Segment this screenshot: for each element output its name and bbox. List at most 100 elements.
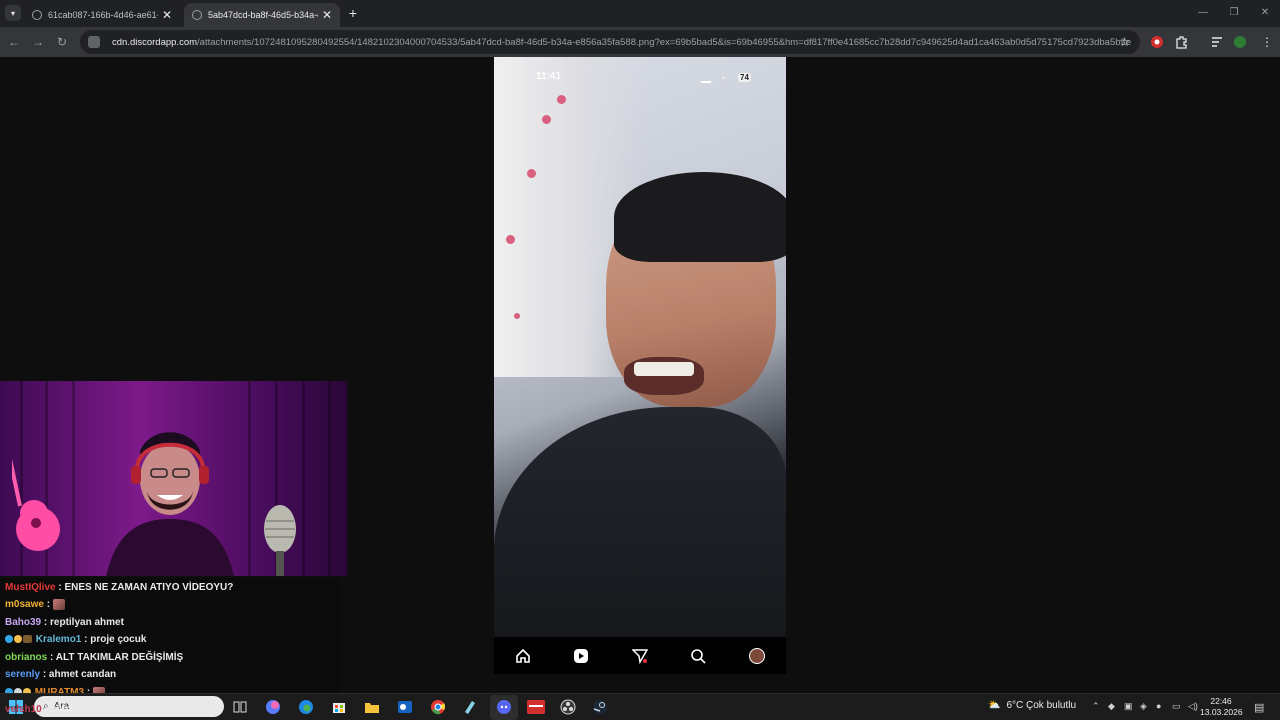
media-control-icon[interactable] [1210,35,1224,49]
battery-level: 74 [738,73,751,82]
outlook-icon[interactable] [397,699,413,715]
minimize-button[interactable]: — [1190,4,1216,22]
chat-message: MustIQlive : ENES NE ZAMAN ATIYO VİDEOYU… [5,580,233,596]
search-icon [689,647,707,665]
chat-username: serenly [5,669,41,680]
tray-app-icon[interactable]: ◈ [1140,701,1147,712]
bookmark-star-icon[interactable]: ☆ [1119,35,1130,49]
curtain-fold [302,381,305,576]
reload-icon[interactable]: ↻ [54,34,70,50]
weather-icon: ⛅ [988,700,1001,711]
chat-text: : kömür çocuk [44,704,113,715]
badge-icon [5,635,13,644]
jacket [494,407,786,637]
home-icon [514,647,532,665]
streamer [106,432,234,576]
badge-icon [14,635,22,644]
tab-1-title: 61cab087-166b-4d46-ae61-04… [48,10,158,20]
chat-message: Baho39 : reptilyan ahmet [5,615,124,631]
edge-icon[interactable] [298,699,314,715]
taskbar-clock[interactable]: 22:46 13.03.2026 [1200,696,1243,718]
instagram-nav-bar [494,637,786,674]
new-tab-button[interactable]: + [345,5,361,21]
site-info-icon[interactable] [88,36,100,48]
tray-app-icon[interactable]: ◆ [1108,701,1115,712]
copilot-icon[interactable] [265,699,281,715]
tab-1-close-icon[interactable]: ✕ [162,8,172,22]
teeth [634,362,694,376]
app-icon[interactable] [527,699,545,715]
url-path: /attachments/1072481095280492554/1482102… [197,36,1132,48]
store-icon[interactable] [331,699,347,715]
signal-icon [701,75,711,83]
record-extension-icon[interactable] [1150,35,1164,49]
flower-pattern [542,115,551,124]
phone-status-bar: 11:41 ◔ 74 [494,67,786,87]
notes-app-icon[interactable] [462,699,478,715]
send-icon [631,647,649,665]
chat-username: obrianos [5,652,48,663]
chat-username: Kralemo1 [35,634,82,645]
notification-icon[interactable]: ▤ [1254,701,1264,714]
badge-icon [23,635,32,644]
chat-username: m0sawe [5,599,44,610]
hair [614,172,786,262]
chat-text: : ALT TAKIMLAR DEĞİŞİMİŞ [50,652,184,663]
globe-icon [192,10,202,20]
tab-strip: ▾ 61cab087-166b-4d46-ae61-04… ✕ 5ab47dcd… [0,0,1280,27]
weather-text: 6°C Çok bulutlu [1006,700,1077,711]
chat-message: serenly : ahmet candan [5,667,116,683]
tray-overflow-icon[interactable]: ⌃ [1092,701,1100,712]
tab-2[interactable]: 5ab47dcd-ba8f-46d5-b34a-e8… ✕ [184,3,340,27]
clock-time: 22:46 [1210,696,1232,706]
chat-message: obrianos : ALT TAKIMLAR DEĞİŞİMİŞ [5,650,183,666]
globe-icon [32,10,42,20]
phone-time: 11:41 [536,71,562,82]
tab-2-close-icon[interactable]: ✕ [322,8,332,22]
chat-message: Kralemo1 : proje çocuk [5,632,146,648]
microphone-icon[interactable]: ● [1156,701,1161,711]
network-icon[interactable]: ▭ [1172,701,1181,712]
volume-icon[interactable]: ◁) [1188,701,1198,712]
tray-app-icon[interactable]: ▣ [1124,701,1133,712]
chat-username: velsh10 [5,704,42,715]
curtain-fold [248,381,251,576]
wifi-icon: ◔ [720,73,726,83]
microphone [264,505,296,576]
extensions-puzzle-icon[interactable] [1175,35,1189,49]
chat-text: : reptilyan ahmet [43,617,124,628]
back-arrow-icon[interactable]: ← [6,34,22,50]
menu-kebab-icon[interactable]: ⋮ [1259,34,1275,50]
chrome-icon[interactable] [430,699,446,715]
tab-search-button[interactable]: ▾ [5,5,21,21]
tab-2-title: 5ab47dcd-ba8f-46d5-b34a-e8… [208,10,318,20]
phone-screenshot-image: 11:41 ◔ 74 [494,57,786,637]
tab-1[interactable]: 61cab087-166b-4d46-ae61-04… ✕ [24,3,180,27]
restore-button[interactable]: ❐ [1221,4,1247,22]
chat-username: Baho39 [5,617,42,628]
pink-guitar [12,451,60,551]
flower-pattern [506,235,515,244]
discord-icon [497,700,511,714]
chat-text: : proje çocuk [84,634,147,645]
close-window-button[interactable]: ✕ [1252,4,1278,22]
chat-text: : [46,599,51,610]
chat-message: velsh10 : kömür çocuk [5,702,113,718]
file-explorer-icon[interactable] [364,699,380,715]
address-bar[interactable]: cdn.discordapp.com/attachments/107248109… [80,30,1140,54]
profile-avatar [748,647,766,665]
browser-toolbar: ← → ↻ cdn.discordapp.com/attachments/107… [0,27,1280,57]
forward-arrow-icon[interactable]: → [30,34,46,50]
emote-icon [52,598,65,610]
task-view-icon[interactable] [232,699,248,715]
discord-taskbar-button[interactable] [490,695,518,720]
chat-text: : ENES NE ZAMAN ATIYO VİDEOYU? [58,582,234,593]
obs-icon[interactable] [560,699,576,715]
chat-message: m0sawe : [5,597,65,613]
url-host: cdn.discordapp.com [112,36,198,48]
steam-icon[interactable] [592,699,608,715]
profile-icon[interactable] [1233,35,1247,49]
weather-widget[interactable]: ⛅ 6°C Çok bulutlu [988,700,1076,711]
flower-pattern [527,169,536,178]
curtain-fold [328,381,331,576]
